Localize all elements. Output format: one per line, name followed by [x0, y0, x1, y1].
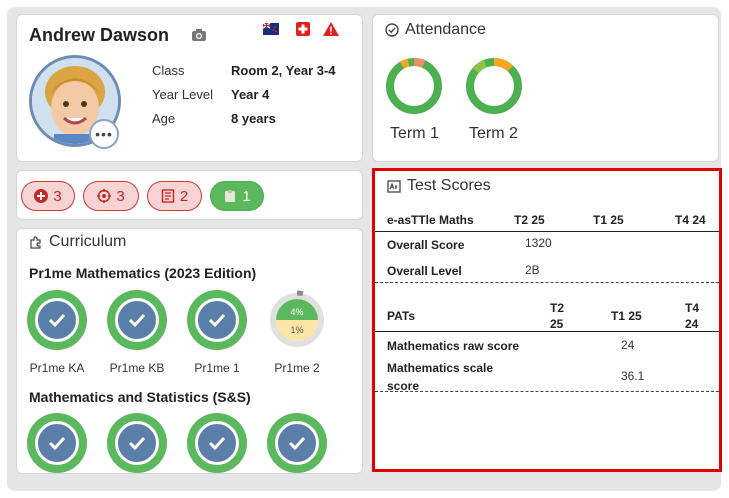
easttle-col-t1-25: T1 25	[593, 213, 624, 227]
medical-plus-icon	[34, 189, 49, 203]
student-name: Andrew Dawson	[29, 25, 170, 45]
strand-complete-4[interactable]	[267, 413, 327, 473]
check-circle-icon	[385, 23, 399, 37]
notes-badge[interactable]: 2	[147, 181, 202, 211]
pats-col-t2: T2	[550, 301, 565, 315]
pats-col-25: 25	[550, 317, 564, 331]
table-divider	[375, 331, 719, 332]
math-scale-score-value: 36.1	[621, 369, 645, 383]
medical-cross-icon[interactable]	[295, 21, 311, 37]
table-divider	[375, 282, 719, 283]
overall-score-value: 1320	[525, 236, 552, 250]
curriculum-header: Curriculum	[29, 233, 126, 251]
notes-icon	[161, 189, 175, 203]
course-label-2: Pr1me 2	[274, 361, 320, 375]
overall-score-label: Overall Score	[387, 238, 465, 252]
more-options-button[interactable]: •••	[89, 119, 119, 149]
scorecard-icon	[387, 179, 401, 193]
easttle-col-t4-24: T4 24	[675, 213, 706, 227]
attendance-title: Attendance	[405, 21, 486, 38]
pats-col-t4: T4	[685, 301, 700, 315]
checkmark-icon	[128, 313, 146, 328]
warning-icon[interactable]	[322, 21, 340, 37]
easttle-col-t2-25: T2 25	[514, 213, 545, 227]
course-complete-ka[interactable]	[27, 290, 87, 350]
puzzle-icon	[30, 236, 41, 249]
checkmark-icon	[288, 436, 306, 451]
curriculum-section-2-title: Mathematics and Statistics (S&S)	[29, 389, 251, 405]
class-value: Room 2, Year 3-4	[231, 63, 336, 78]
age-label: Age	[152, 111, 176, 126]
course-progress-bottom: 1%	[290, 325, 303, 335]
overall-level-label: Overall Level	[387, 264, 462, 278]
course-label-kb: Pr1me KB	[109, 361, 165, 375]
checkmark-icon	[48, 313, 66, 328]
test-scores-title: Test Scores	[407, 177, 491, 194]
math-raw-score-value: 24	[621, 338, 635, 352]
attendance-header: Attendance	[385, 21, 486, 39]
nz-flag-icon	[263, 22, 279, 35]
clipboard-badge-count: 1	[242, 187, 251, 205]
curriculum-card: Curriculum Pr1me Mathematics (2023 Editi…	[16, 228, 363, 474]
pats-heading: PATs	[387, 309, 416, 323]
badges-card: 3 3 2 1	[16, 170, 363, 220]
course-complete-kb[interactable]	[107, 290, 167, 350]
test-scores-card: Test Scores e-asTTle Maths T2 25 T1 25 T…	[372, 168, 722, 472]
overall-level-value: 2B	[525, 263, 540, 277]
strand-complete-3[interactable]	[187, 413, 247, 473]
strand-complete-1[interactable]	[27, 413, 87, 473]
strand-complete-2[interactable]	[107, 413, 167, 473]
table-divider	[375, 231, 719, 232]
target-icon	[97, 189, 112, 203]
term-2-donut-chart[interactable]	[464, 56, 524, 116]
class-label: Class	[152, 63, 185, 78]
test-scores-header: Test Scores	[387, 177, 491, 195]
term-1-label: Term 1	[390, 125, 439, 142]
curriculum-title: Curriculum	[49, 233, 127, 250]
student-profile-card: Andrew Dawson ••• Class Room 2, Year 3-4…	[16, 14, 363, 162]
course-label-ka: Pr1me KA	[29, 361, 85, 375]
checkmark-icon	[208, 436, 226, 451]
pats-col-24: 24	[685, 317, 699, 331]
pats-col-t1-25: T1 25	[611, 309, 642, 323]
math-scale-score-label-line1: Mathematics scale	[387, 361, 494, 375]
target-badge[interactable]: 3	[83, 181, 139, 211]
term-2-label: Term 2	[469, 125, 518, 142]
curriculum-section-1-title: Pr1me Mathematics (2023 Edition)	[29, 265, 257, 281]
clipboard-badge[interactable]: 1	[210, 181, 264, 211]
medical-badge-count: 3	[53, 187, 62, 205]
year-level-value: Year 4	[231, 87, 270, 102]
checkmark-icon	[48, 436, 66, 451]
camera-icon[interactable]	[191, 28, 207, 42]
easttle-heading: e-asTTle Maths	[387, 213, 474, 227]
course-progress-2[interactable]: 4% 1%	[267, 290, 327, 350]
age-value: 8 years	[231, 111, 276, 126]
course-complete-1[interactable]	[187, 290, 247, 350]
course-progress-top: 4%	[290, 307, 303, 317]
checkmark-icon	[208, 313, 226, 328]
medical-badge[interactable]: 3	[21, 181, 75, 211]
clipboard-icon	[225, 190, 236, 202]
year-level-label: Year Level	[152, 87, 213, 102]
attendance-card: Attendance Term 1 Term 2	[372, 14, 719, 162]
math-raw-score-label: Mathematics raw score	[387, 339, 520, 353]
target-badge-count: 3	[116, 187, 125, 205]
table-divider	[375, 391, 719, 392]
course-label-1: Pr1me 1	[194, 361, 240, 375]
term-1-donut-chart[interactable]	[384, 56, 444, 116]
notes-badge-count: 2	[179, 187, 189, 205]
checkmark-icon	[128, 436, 146, 451]
